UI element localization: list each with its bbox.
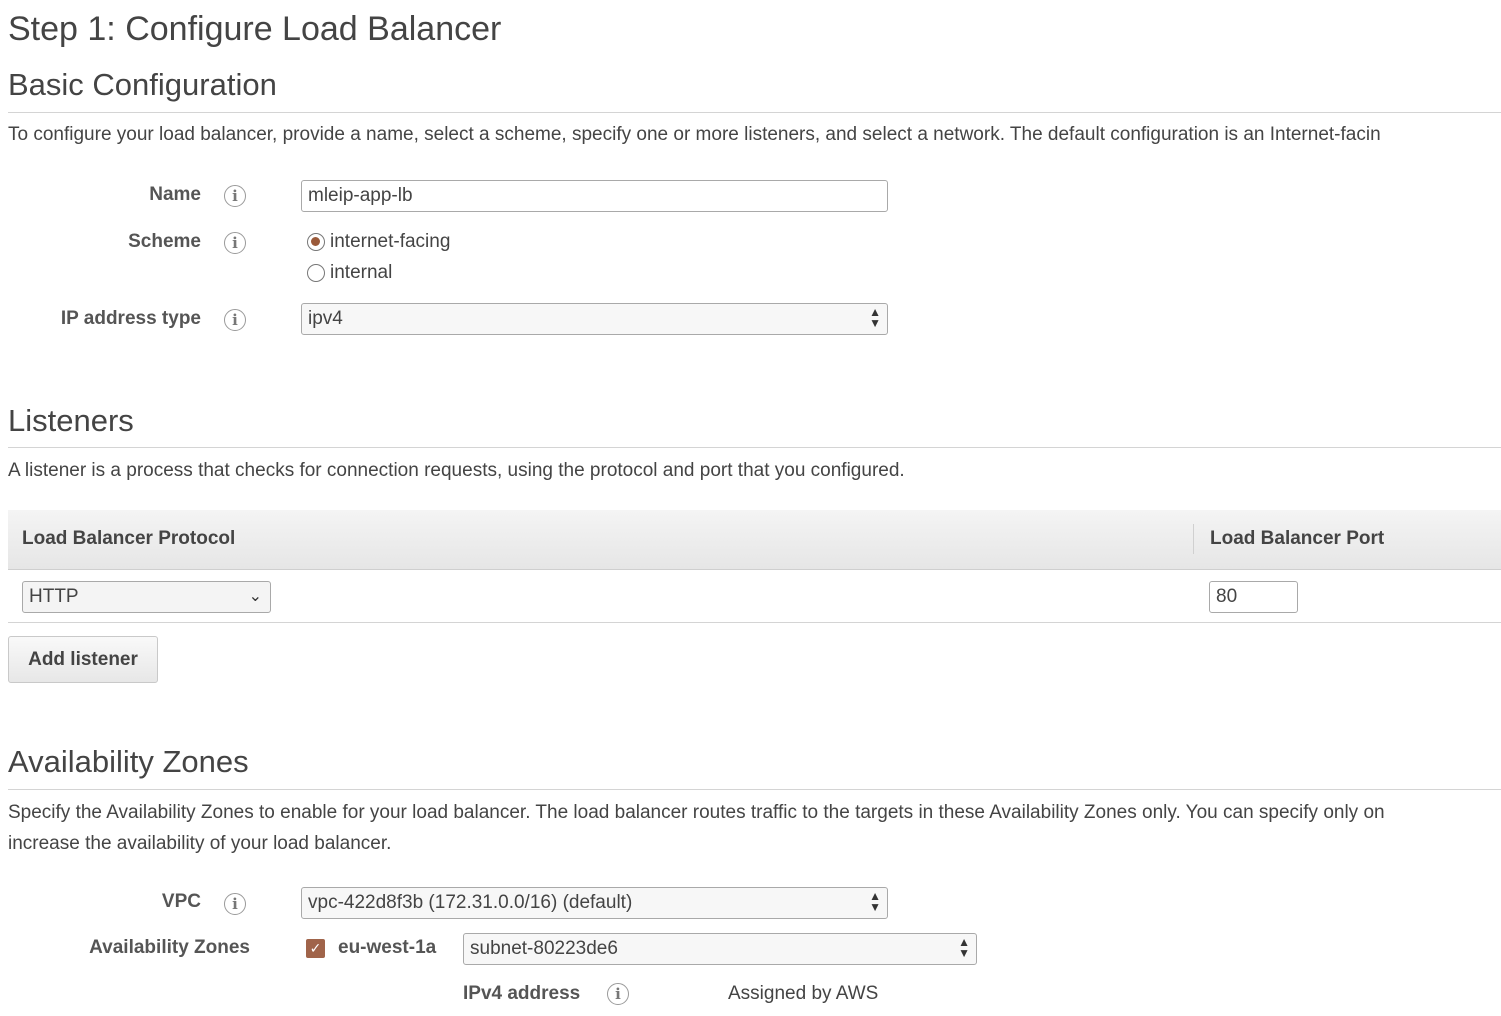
info-icon[interactable]: i: [224, 232, 246, 254]
table-row-divider: [8, 622, 1501, 623]
subnet-value: subnet-80223de6: [470, 938, 618, 959]
port-input[interactable]: 80: [1209, 581, 1298, 613]
subnet-select[interactable]: subnet-80223de6 ▲ ▼: [463, 933, 977, 965]
protocol-select[interactable]: HTTP ⌄: [22, 581, 271, 613]
name-input[interactable]: mleip-app-lb: [301, 180, 888, 212]
info-icon[interactable]: i: [224, 893, 246, 915]
add-listener-button[interactable]: Add listener: [8, 636, 158, 683]
availability-zones-label: Availability Zones: [89, 937, 250, 958]
az-description-line1: Specify the Availability Zones to enable…: [8, 802, 1385, 823]
name-label: Name: [149, 184, 201, 205]
vpc-label: VPC: [161, 891, 201, 912]
vpc-value: vpc-422d8f3b (172.31.0.0/16) (default): [308, 892, 633, 913]
ipv4-address-label: IPv4 address: [463, 983, 581, 1004]
updown-arrows-icon: ▲ ▼: [869, 889, 881, 914]
page-title: Step 1: Configure Load Balancer: [8, 10, 502, 48]
column-header-protocol: Load Balancer Protocol: [22, 528, 236, 549]
divider: [8, 789, 1501, 790]
radio-label-internet-facing: internet-facing: [330, 231, 451, 252]
column-divider: [1193, 524, 1194, 554]
updown-arrows-icon: ▲ ▼: [869, 305, 881, 330]
zone-name: eu-west-1a: [338, 937, 437, 958]
zone-checkbox[interactable]: ✓: [306, 939, 325, 958]
column-header-port: Load Balancer Port: [1210, 528, 1385, 549]
ip-type-value: ipv4: [308, 308, 343, 329]
ip-type-select[interactable]: ipv4 ▲ ▼: [301, 303, 888, 335]
radio-internal[interactable]: [307, 264, 325, 282]
az-heading: Availability Zones: [8, 744, 249, 779]
divider: [8, 447, 1501, 448]
basic-config-description: To configure your load balancer, provide…: [8, 124, 1381, 145]
ipv4-address-value: Assigned by AWS: [728, 983, 879, 1004]
chevron-down-icon: ⌄: [248, 588, 262, 605]
info-icon[interactable]: i: [224, 185, 246, 207]
radio-label-internal: internal: [330, 262, 393, 283]
protocol-value: HTTP: [29, 586, 79, 607]
az-description-line2: increase the availability of your load b…: [8, 833, 392, 854]
listeners-description: A listener is a process that checks for …: [8, 460, 905, 481]
updown-arrows-icon: ▲ ▼: [958, 935, 970, 960]
listeners-heading: Listeners: [8, 403, 134, 438]
radio-internet-facing[interactable]: [307, 233, 325, 251]
divider: [8, 112, 1501, 113]
ip-type-label: IP address type: [60, 308, 201, 329]
scheme-label: Scheme: [128, 231, 201, 252]
checkmark-icon: ✓: [309, 940, 322, 956]
info-icon[interactable]: i: [607, 983, 629, 1005]
info-icon[interactable]: i: [224, 309, 246, 331]
vpc-select[interactable]: vpc-422d8f3b (172.31.0.0/16) (default) ▲…: [301, 887, 888, 919]
basic-config-heading: Basic Configuration: [8, 67, 277, 102]
listeners-table-header: Load Balancer Protocol Load Balancer Por…: [8, 510, 1501, 570]
